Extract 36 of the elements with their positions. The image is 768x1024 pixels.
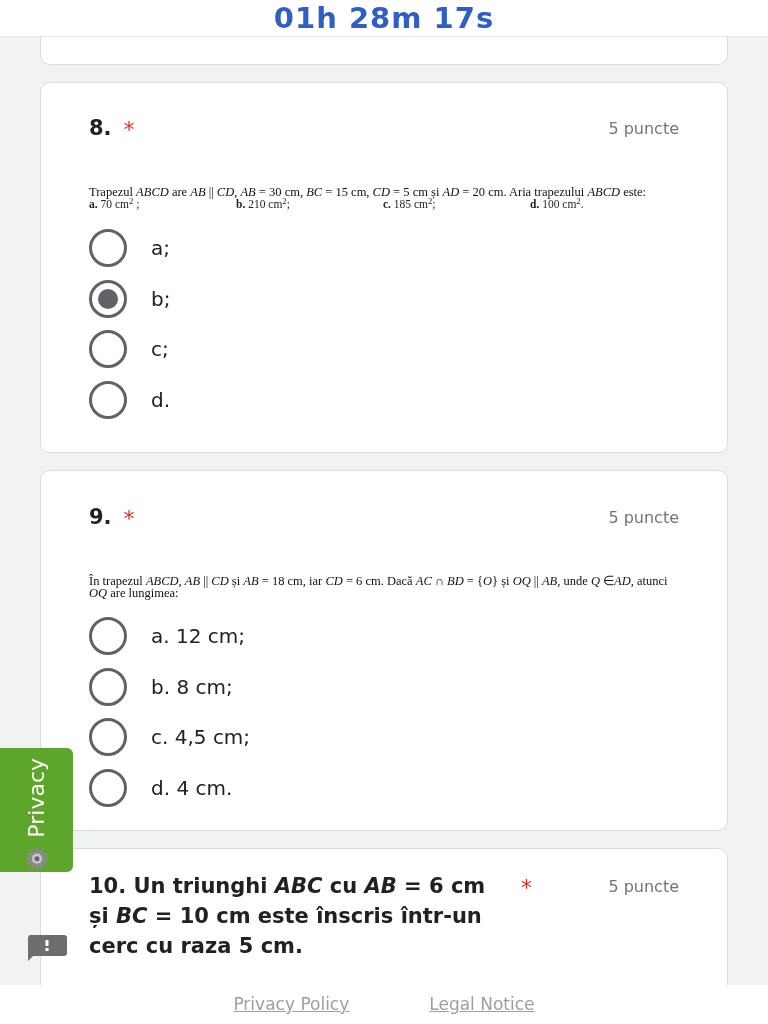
countdown-timer: 01h 28m 17s (273, 1, 495, 35)
option-label: d. (151, 386, 171, 414)
radio-button[interactable] (89, 279, 127, 318)
required-mark: * (123, 116, 135, 144)
option-label: d. 4 cm. (151, 774, 233, 802)
question-text: Trapezul ABCD are AB || CD, AB = 30 cm, BC = 15 cm, CD = 5 cm și AD = 20 cm. Aria trapezului ABCD este: (89, 186, 648, 198)
feedback-icon[interactable] (27, 935, 67, 961)
footer-link[interactable]: Privacy Policy (233, 991, 350, 1018)
option-label: b; (151, 285, 171, 313)
radio-button[interactable] (89, 667, 127, 706)
footer-link[interactable]: Legal Notice (429, 991, 535, 1018)
question-text: În trapezul ABCD, AB || CD și AB = 18 cm, iar CD = 6 cm. Dacă AC ∩ BD = {O} și OQ || AB, unde Q ∈AD, atunci OQ are lungimea: (89, 575, 669, 599)
points-label: 5 puncte (608, 118, 679, 140)
option-label: b. 8 cm; (151, 673, 233, 701)
radio-button[interactable] (89, 330, 127, 369)
option-label: a; (151, 235, 170, 263)
required-mark: * (123, 505, 135, 533)
answer-choice: d. 100 cm$^{2}$. (530, 198, 585, 211)
answer-choice: b. 210 cm$^{2}$; (236, 198, 290, 211)
radio-button[interactable] (89, 718, 127, 757)
question-title: 8. (89, 115, 112, 142)
privacy-tab[interactable]: Privacy (0, 748, 73, 872)
radio-button[interactable] (89, 768, 127, 807)
radio-button[interactable] (89, 617, 127, 656)
option-label: a. 12 cm; (151, 623, 245, 651)
points-label: 5 puncte (608, 507, 679, 529)
option-label: c; (151, 336, 169, 364)
option-label: c. 4,5 cm; (151, 724, 251, 752)
required-mark: * (521, 874, 532, 902)
question-title: 10. Un triunghi ABC cu AB = 6 cm și BC = 10 cm este înscris într-un cerc cu raza 5 cm. (89, 873, 487, 960)
radio-button[interactable] (89, 229, 127, 268)
answer-choice: a. 70 cm$^{2}$ ; (89, 198, 140, 211)
question-title: 9. (89, 504, 112, 531)
answer-choice: c. 185 cm$^{2}$; (383, 198, 436, 211)
radio-button[interactable] (89, 380, 127, 419)
points-label: 5 puncte (608, 876, 679, 898)
